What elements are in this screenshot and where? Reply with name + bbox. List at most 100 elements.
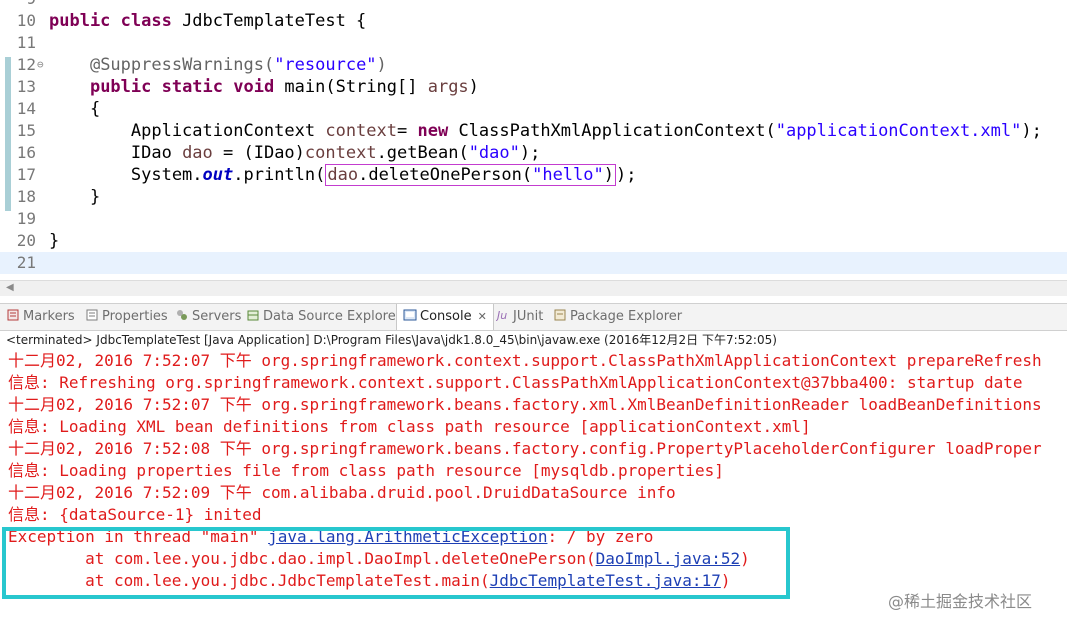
code-line[interactable]: 18 } <box>0 186 1067 208</box>
console-text: 信息: Loading properties file from class p… <box>8 461 724 480</box>
code-line[interactable]: 11 <box>0 32 1067 54</box>
code-token: "dao" <box>468 143 520 163</box>
code-line[interactable]: 14 { <box>0 98 1067 120</box>
code-token: { <box>49 99 101 119</box>
view-tab-label: Data Source Explorer <box>263 309 402 324</box>
code-token: "applicationContext.xml" <box>775 121 1022 141</box>
code-text: { <box>49 98 100 120</box>
code-token: context <box>325 121 397 141</box>
line-number: 11 <box>16 33 36 52</box>
code-text: System.out.println(dao.deleteOnePerson("… <box>49 164 636 186</box>
console-process-header: <terminated> JdbcTemplateTest [Java Appl… <box>6 333 777 347</box>
svg-text:Ju: Ju <box>496 309 507 322</box>
code-token: dao <box>327 165 359 185</box>
code-text: IDao dao = (IDao)context.getBean("dao"); <box>49 142 540 164</box>
console-text: 信息: Loading XML bean definitions from cl… <box>8 417 811 436</box>
exception-highlight-box <box>2 527 790 599</box>
code-token: } <box>49 231 60 251</box>
line-number: 16 <box>16 143 36 162</box>
code-token: .println( <box>233 165 326 185</box>
code-token: IDao <box>49 143 183 163</box>
markers-icon <box>6 306 20 321</box>
view-tab-label: Package Explorer <box>570 309 683 324</box>
code-line[interactable]: 16 IDao dao = (IDao)context.getBean("dao… <box>0 142 1067 164</box>
code-token: public static void <box>89 77 275 97</box>
view-tab-label: Servers <box>192 309 242 324</box>
console-line: 信息: Refreshing org.springframework.conte… <box>8 372 1023 394</box>
code-line[interactable]: 10 public class JdbcTemplateTest { <box>0 10 1067 32</box>
console-text: 十二月02, 2016 7:52:07 下午 org.springframewo… <box>8 351 1042 370</box>
junit-icon: Ju <box>495 306 510 322</box>
code-token: new <box>417 121 449 141</box>
code-line[interactable]: 17 System.out.println(dao.deleteOnePerso… <box>0 164 1067 186</box>
views-tab-bar: Markers Properties Servers Data Source Expl… <box>0 303 1067 331</box>
line-number: 9 <box>0 0 36 10</box>
line-number: 13 <box>16 77 36 96</box>
occurrence-highlight: dao.deleteOnePerson("hello") <box>325 164 616 186</box>
code-line[interactable]: 20} <box>0 230 1067 252</box>
console-text: 信息: {dataSource-1} inited <box>8 505 262 524</box>
line-number: 10 <box>16 11 36 30</box>
code-line[interactable]: 19 <box>0 208 1067 230</box>
console-line: 十二月02, 2016 7:52:08 下午 org.springframewo… <box>8 438 1042 460</box>
view-tab-markers[interactable]: Markers <box>6 304 75 330</box>
code-line[interactable]: 12 ⊖ @SuppressWarnings("resource") <box>0 54 1067 76</box>
code-token: "resource" <box>274 55 377 75</box>
view-tab-console[interactable]: Console ✕ <box>396 304 494 330</box>
console-text: 十二月02, 2016 7:52:08 下午 org.springframewo… <box>8 439 1042 458</box>
code-token: ); <box>616 165 637 185</box>
view-tab-data-source-explorer[interactable]: Data Source Explorer <box>246 304 401 330</box>
code-token: = <box>397 121 418 141</box>
console-icon <box>403 306 417 321</box>
code-text: public class JdbcTemplateTest { <box>49 10 366 32</box>
console-text: 十二月02, 2016 7:52:09 下午 com.alibaba.druid… <box>8 483 676 502</box>
package-explorer-icon <box>553 306 567 321</box>
code-text: public static void main(String[] args) <box>49 76 479 98</box>
line-number: 15 <box>16 121 36 140</box>
view-tab-junit[interactable]: Ju JUnit <box>495 304 544 330</box>
code-token: ) <box>468 77 479 97</box>
line-number: 17 <box>16 165 36 184</box>
code-token: context <box>304 143 377 163</box>
close-tab-icon[interactable]: ✕ <box>478 310 487 323</box>
line-number: 21 <box>16 253 36 272</box>
code-token: } <box>49 187 101 207</box>
data-source-icon <box>246 306 260 321</box>
code-text: } <box>49 230 59 252</box>
code-text: ApplicationContext context= new ClassPat… <box>49 120 1042 142</box>
code-token: ) <box>603 165 614 185</box>
view-tab-package-explorer[interactable]: Package Explorer <box>553 304 682 330</box>
code-line[interactable]: 13 public static void main(String[] args… <box>0 76 1067 98</box>
editor-horizontal-scrollbar[interactable]: ◀ <box>0 280 1067 296</box>
code-line[interactable]: 21 <box>0 252 1067 274</box>
console-line: 信息: Loading properties file from class p… <box>8 460 724 482</box>
servers-icon <box>175 306 189 320</box>
code-token: .deleteOnePerson( <box>358 165 533 185</box>
code-token: System. <box>49 165 203 185</box>
watermark: @稀土掘金技术社区 <box>888 592 1033 611</box>
view-tab-label: Console <box>420 309 472 324</box>
code-token: ); <box>519 143 541 163</box>
view-tab-label: JUnit <box>513 309 544 324</box>
code-token: ); <box>1021 121 1042 141</box>
fold-toggle-icon[interactable]: ⊖ <box>37 54 44 76</box>
view-tab-servers[interactable]: Servers <box>175 304 241 330</box>
code-token: "hello" <box>532 165 604 185</box>
view-tab-label: Markers <box>23 309 75 324</box>
code-editor[interactable]: 910 public class JdbcTemplateTest { 11 12⊖ … <box>0 0 1067 296</box>
code-text: @SuppressWarnings("resource") <box>49 54 387 76</box>
console-line: 信息: {dataSource-1} inited <box>8 504 262 526</box>
code-text: } <box>49 186 100 208</box>
code-token: out <box>202 165 234 185</box>
code-token: .getBean( <box>376 143 469 163</box>
view-tab-properties[interactable]: Properties <box>85 304 168 330</box>
code-line[interactable]: 9 <box>0 0 1067 10</box>
code-line[interactable]: 15 ApplicationContext context= new Class… <box>0 120 1067 142</box>
code-token: @SuppressWarnings( <box>89 55 275 75</box>
console-line: 十二月02, 2016 7:52:09 下午 com.alibaba.druid… <box>8 482 676 504</box>
code-token: JdbcTemplateTest { <box>171 11 367 31</box>
scroll-left-icon[interactable]: ◀ <box>6 282 14 293</box>
console-line: 信息: Loading XML bean definitions from cl… <box>8 416 811 438</box>
